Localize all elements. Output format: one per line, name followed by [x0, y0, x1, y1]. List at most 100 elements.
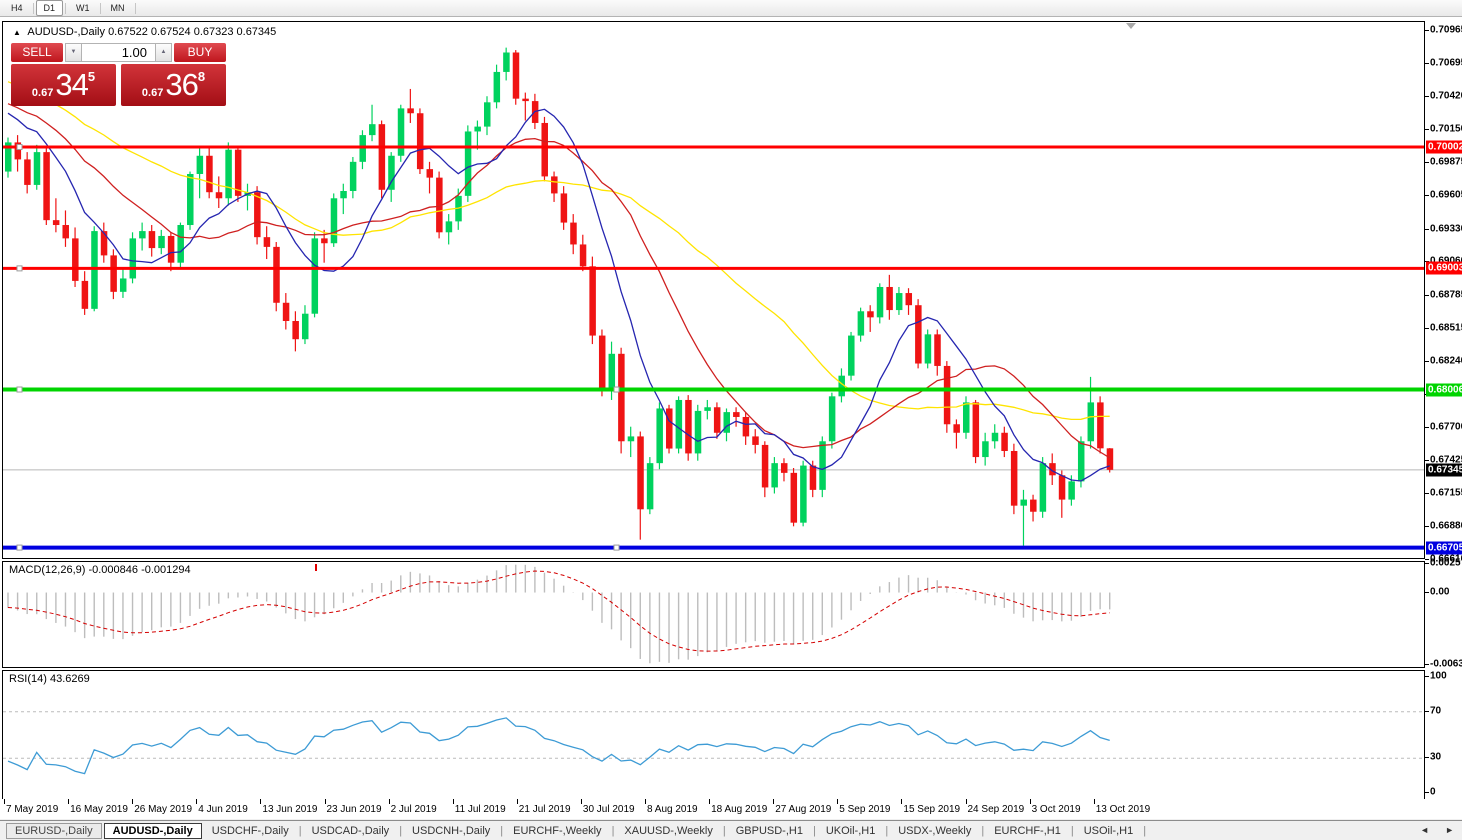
- macd-axis-label: 0.00: [1430, 586, 1450, 598]
- price-axis-label: 0.70420: [1430, 90, 1462, 102]
- trading-terminal-window: H4 D1 W1 MN ▲ AUDUSD-,Daily 0.67522 0.67524…: [0, 0, 1462, 840]
- toolbar-separator: [99, 2, 101, 14]
- date-axis-tick: [4, 799, 5, 804]
- rsi-axis-label: 70: [1430, 705, 1442, 717]
- tab-separator: |: [885, 824, 889, 837]
- macd-axis-label: -0.006326: [1430, 658, 1462, 670]
- macd-label: MACD(12,26,9) -0.000846 -0.001294: [9, 564, 191, 576]
- chart-tab-xauusd-weekly[interactable]: XAUUSD-,Weekly: [616, 824, 720, 838]
- chart-shift-marker-icon[interactable]: [1126, 23, 1136, 29]
- macd-axis-tick: [1425, 562, 1429, 564]
- price-axis-tick: [1425, 129, 1429, 131]
- date-axis-tick: [773, 799, 775, 804]
- tab-separator: |: [611, 824, 615, 837]
- chart-tab-usdx-weekly[interactable]: USDX-,Weekly: [890, 824, 979, 838]
- date-axis-tick: [709, 799, 711, 804]
- date-axis-tick: [901, 799, 903, 804]
- price-level-badge: 0.68006: [1426, 383, 1462, 397]
- price-axis-tick: [1425, 195, 1429, 197]
- buy-price-prefix: 0.67: [141, 87, 164, 99]
- price-axis-label: 0.66880: [1430, 520, 1462, 532]
- rsi-indicator-panel[interactable]: RSI(14) 43.6269: [2, 670, 1425, 800]
- chart-tab-usoil-h1[interactable]: USOil-,H1: [1076, 824, 1142, 838]
- date-axis-tick: [324, 799, 326, 804]
- price-axis-tick: [1425, 526, 1429, 528]
- tabs-scroll-right-icon[interactable]: ►: [1445, 825, 1454, 835]
- rsi-axis-tick: [1425, 757, 1429, 759]
- price-axis-tick: [1425, 327, 1429, 329]
- chart-tab-ukoil-h1[interactable]: UKOil-,H1: [818, 824, 884, 838]
- price-axis-label: 0.68785: [1430, 289, 1462, 301]
- date-axis-label: 3 Oct 2019: [1031, 804, 1081, 815]
- date-axis-tick: [645, 799, 646, 804]
- price-axis-tick: [1425, 162, 1429, 164]
- macd-chart: [7, 564, 1111, 664]
- date-axis[interactable]: 7 May 2019 16 May 2019 26 May 2019 4 Jun 20…: [2, 799, 1425, 818]
- toolbar-separator: [32, 2, 34, 14]
- date-axis-label: 4 Jun 2019: [198, 804, 248, 815]
- timeframe-button-d1[interactable]: D1: [35, 0, 64, 16]
- price-axis-label: 0.68240: [1430, 355, 1462, 367]
- timeframe-button-h4[interactable]: H4: [3, 0, 31, 16]
- date-axis-label: 7 May 2019: [6, 804, 59, 815]
- chart-tab-eurusd-daily[interactable]: EURUSD-,Daily: [6, 822, 102, 839]
- volume-increase-icon[interactable]: ▲: [155, 43, 172, 62]
- price-axis-tick: [1425, 426, 1429, 428]
- date-axis-label: 2 Jul 2019: [390, 804, 437, 815]
- price-axis-tick: [1425, 460, 1429, 462]
- rsi-axis-label: 100: [1430, 670, 1447, 682]
- volume-input[interactable]: 1.00: [82, 43, 155, 62]
- price-axis-label: 0.67700: [1430, 421, 1462, 433]
- price-axis-label: 0.70150: [1430, 123, 1462, 135]
- chart-tab-audusd-daily[interactable]: AUDUSD-,Daily: [103, 822, 202, 839]
- price-axis-tick: [1425, 62, 1429, 64]
- tabs-scroll-left-icon[interactable]: ◄: [1420, 825, 1429, 835]
- price-chart-panel[interactable]: ▲ AUDUSD-,Daily 0.67522 0.67524 0.67323 …: [2, 21, 1425, 559]
- chart-ohlc-values: 0.67522 0.67524 0.67323 0.67345: [108, 26, 277, 38]
- timeframe-button-w1[interactable]: W1: [68, 0, 98, 16]
- timeframe-button-mn[interactable]: MN: [103, 0, 133, 16]
- timeframe-toolbar: H4 D1 W1 MN: [0, 0, 1462, 17]
- macd-indicator-panel[interactable]: MACD(12,26,9) -0.000846 -0.001294: [2, 561, 1425, 668]
- price-axis-label: 0.69330: [1430, 223, 1462, 235]
- price-axis-tick: [1425, 228, 1429, 230]
- sell-price-big: 34: [55, 67, 88, 102]
- date-axis-tick: [965, 799, 967, 804]
- date-axis-label: 11 Jul 2019: [454, 804, 506, 815]
- rsi-axis-tick: [1425, 792, 1429, 793]
- price-level-badge: 0.69003: [1426, 261, 1462, 275]
- chart-tab-eurchf-weekly[interactable]: EURCHF-,Weekly: [505, 824, 609, 838]
- one-click-trade-panel: SELL ▼ 1.00 ▲ BUY 0.67 34 5 0.67 36 8: [11, 43, 226, 106]
- chart-tab-eurchf-h1[interactable]: EURCHF-,H1: [986, 824, 1069, 838]
- tab-separator: |: [722, 824, 726, 837]
- buy-price-button[interactable]: 0.67 36 8: [121, 64, 226, 106]
- date-axis-tick: [1093, 799, 1095, 804]
- sell-price-button[interactable]: 0.67 34 5: [11, 64, 116, 106]
- date-axis-tick: [388, 799, 390, 804]
- price-level-badge: 0.70002: [1426, 140, 1462, 154]
- date-axis-tick: [452, 799, 454, 804]
- chart-tab-usdcad-daily[interactable]: USDCAD-,Daily: [304, 824, 398, 838]
- macd-axis-tick: [1425, 664, 1429, 666]
- sell-price-prefix: 0.67: [31, 87, 54, 99]
- date-axis-label: 16 May 2019: [70, 804, 128, 815]
- date-axis-tick: [1029, 799, 1031, 804]
- collapse-trade-panel-icon[interactable]: ▲: [13, 28, 21, 37]
- chart-tab-usdcnh-daily[interactable]: USDCNH-,Daily: [404, 824, 498, 838]
- volume-decrease-icon[interactable]: ▼: [65, 43, 82, 62]
- macd-clipped-bar-marker: [315, 564, 317, 571]
- price-axis-label: 0.68515: [1430, 322, 1462, 334]
- volume-stepper: ▼ 1.00 ▲: [65, 43, 172, 62]
- tab-separator: |: [500, 824, 504, 837]
- date-axis-tick: [132, 799, 134, 804]
- chart-tab-usdchf-daily[interactable]: USDCHF-,Daily: [204, 824, 297, 838]
- sell-price-pip: 5: [87, 69, 96, 84]
- buy-price-big: 36: [165, 67, 198, 102]
- price-axis-tick: [1425, 361, 1429, 363]
- toolbar-separator: [134, 2, 136, 14]
- buy-button[interactable]: BUY: [174, 43, 226, 62]
- chart-tab-gbpusd-h1[interactable]: GBPUSD-,H1: [728, 824, 811, 838]
- price-axis-tick: [1425, 492, 1429, 494]
- tab-separator: |: [981, 824, 985, 837]
- sell-button[interactable]: SELL: [11, 43, 63, 62]
